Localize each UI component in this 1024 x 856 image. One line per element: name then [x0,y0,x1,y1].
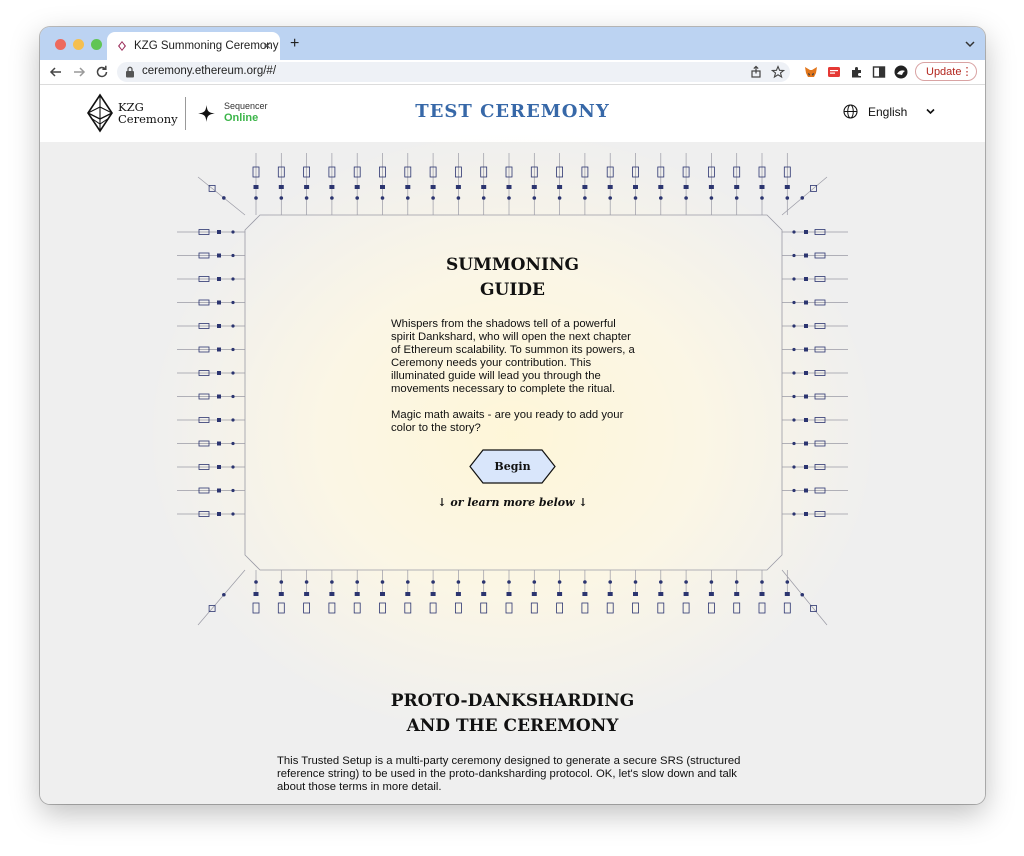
section-title-line2: AND THE CEREMONY [406,716,619,736]
new-tab-icon[interactable]: + [290,36,299,52]
side-panel-icon[interactable] [872,65,886,79]
url-text: ceremony.ethereum.org/#/ [142,65,277,77]
tab-title: KZG Summoning Ceremony [134,40,279,52]
more-menu-icon: ⋮ [961,66,973,78]
forward-arrow-icon[interactable] [71,64,87,80]
share-icon[interactable] [749,65,763,79]
section-title: PROTO-DANKSHARDING AND THE CEREMONY [40,689,985,739]
reload-icon[interactable] [94,64,110,80]
ethereum-favicon-icon [118,41,126,51]
update-label: Update [926,65,962,78]
extensions-puzzle-icon[interactable] [850,65,864,79]
tab-active[interactable]: KZG Summoning Ceremony × [107,32,280,60]
web-page: KZG Ceremony Sequencer Online TEST CEREM… [40,85,985,804]
back-arrow-icon[interactable] [48,64,64,80]
extension-red-icon[interactable] [827,65,841,79]
begin-button[interactable]: Begin [469,449,556,484]
close-window-button[interactable] [55,39,66,50]
guide-title: SUMMONING GUIDE [40,253,985,303]
update-button[interactable]: Update ⋮ [915,62,977,81]
browser-window: KZG Summoning Ceremony × + ceremony.ethe… [40,27,985,804]
guide-title-line1: SUMMONING [445,255,580,275]
guide-paragraph-1: Whispers from the shadows tell of a powe… [391,318,635,395]
profile-avatar-icon[interactable] [894,65,908,79]
tab-strip: KZG Summoning Ceremony × + [40,27,985,60]
section-title-line1: PROTO-DANKSHARDING [390,691,635,711]
close-tab-icon[interactable]: × [263,39,271,52]
guide-description: Whispers from the shadows tell of a powe… [391,318,639,448]
bookmark-star-icon[interactable] [771,65,785,79]
browser-toolbar: ceremony.ethereum.org/#/ Update ⋮ [40,60,985,85]
window-controls [55,39,102,50]
zoom-window-button[interactable] [91,39,102,50]
section-paragraph: This Trusted Setup is a multi-party cere… [277,755,741,793]
guide-paragraph-2: Magic math awaits - are you ready to add… [391,409,624,434]
metamask-extension-icon[interactable] [804,65,818,79]
guide-title-line2: GUIDE [480,280,545,300]
lock-icon [126,66,134,78]
tab-search-chevron-icon[interactable] [964,38,976,50]
minimize-window-button[interactable] [73,39,84,50]
address-bar[interactable]: ceremony.ethereum.org/#/ [117,62,790,82]
learn-more-hint: ↓ or learn more below ↓ [437,496,588,509]
